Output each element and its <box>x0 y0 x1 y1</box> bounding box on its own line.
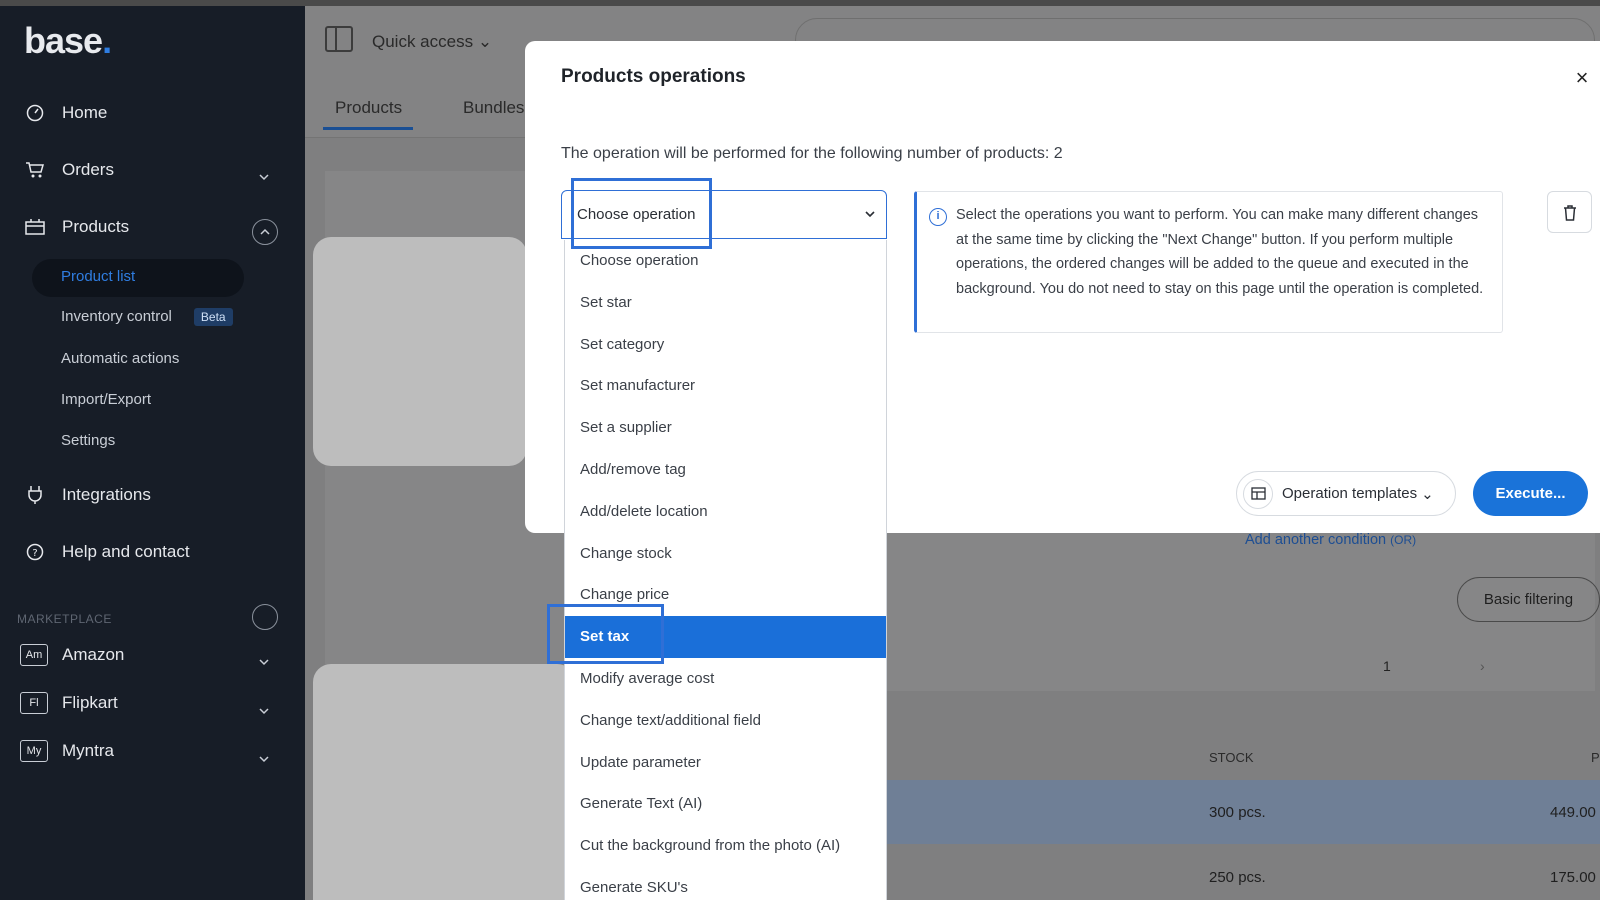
option-choose-operation[interactable]: Choose operation <box>565 240 886 282</box>
nav-integrations[interactable]: Integrations <box>24 484 151 506</box>
option-change-stock[interactable]: Change stock <box>565 533 886 575</box>
svg-text:?: ? <box>32 548 37 559</box>
cart-icon <box>24 159 46 181</box>
operation-dropdown-list: Choose operation Set star Set category S… <box>564 240 887 900</box>
chevron-down-icon <box>865 211 875 218</box>
info-text: Select the operations you want to perfor… <box>956 207 1484 297</box>
placeholder-card <box>313 237 527 466</box>
chevron-right-icon[interactable]: › <box>1480 658 1485 674</box>
collapse-products-button[interactable] <box>252 219 278 245</box>
active-tab-indicator <box>323 127 413 130</box>
top-strip <box>0 0 1600 6</box>
option-change-text-field[interactable]: Change text/additional field <box>565 700 886 742</box>
option-change-price[interactable]: Change price <box>565 574 886 616</box>
option-set-manufacturer[interactable]: Set manufacturer <box>565 365 886 407</box>
amazon-icon: Am <box>20 644 48 666</box>
cell-price: 175.00 <box>1550 869 1596 886</box>
delete-operation-button[interactable] <box>1547 191 1592 233</box>
basic-filtering-button[interactable]: Basic filtering <box>1457 577 1600 622</box>
nav-flipkart[interactable]: Fl Flipkart <box>20 692 118 714</box>
close-icon[interactable]: × <box>1570 66 1594 90</box>
nav-products[interactable]: Products <box>24 216 129 238</box>
sidebar-item-inventory-control[interactable]: Inventory control Beta <box>61 308 233 326</box>
dashboard-icon <box>24 102 46 124</box>
products-icon <box>24 216 46 238</box>
option-set-star[interactable]: Set star <box>565 282 886 324</box>
execute-button[interactable]: Execute... <box>1473 471 1588 516</box>
chevron-down-icon[interactable] <box>258 753 270 765</box>
option-set-supplier[interactable]: Set a supplier <box>565 407 886 449</box>
chevron-down-icon: ⌄ <box>1421 485 1434 503</box>
cell-price: 449.00 <box>1550 804 1596 821</box>
add-condition-link[interactable]: Add another condition (OR) <box>1245 532 1416 548</box>
tab-products[interactable]: Products <box>335 98 402 118</box>
option-generate-text-ai[interactable]: Generate Text (AI) <box>565 783 886 825</box>
nav-orders[interactable]: Orders <box>24 159 114 181</box>
option-set-category[interactable]: Set category <box>565 324 886 366</box>
chevron-down-icon[interactable] <box>258 705 270 717</box>
logo[interactable]: base. <box>24 20 112 62</box>
trash-icon <box>1563 204 1576 221</box>
myntra-icon: My <box>20 740 48 762</box>
operation-select-value: Choose operation <box>577 206 696 223</box>
operation-select[interactable]: Choose operation <box>561 190 887 239</box>
marketplace-label: MARKETPLACE <box>17 612 112 626</box>
option-set-tax[interactable]: Set tax <box>565 616 886 658</box>
beta-badge: Beta <box>193 308 233 326</box>
quick-access-menu[interactable]: Quick access ⌄ <box>372 32 492 52</box>
placeholder-card <box>313 664 575 900</box>
chevron-down-icon: ⌄ <box>477 32 493 51</box>
chevron-down-icon[interactable] <box>258 656 270 668</box>
info-icon: i <box>929 208 947 226</box>
cell-stock: 300 pcs. <box>1209 804 1266 821</box>
column-header-stock[interactable]: STOCK <box>1209 750 1254 765</box>
marketplace-toggle-button[interactable] <box>252 604 278 630</box>
cell-stock: 250 pcs. <box>1209 869 1266 886</box>
plug-icon <box>24 484 46 506</box>
help-icon: ? <box>24 541 46 563</box>
nav-myntra[interactable]: My Myntra <box>20 740 114 762</box>
panel-toggle-icon[interactable] <box>325 26 353 52</box>
nav-amazon[interactable]: Am Amazon <box>20 644 124 666</box>
sidebar: base. Home Orders Products Product list … <box>0 6 305 900</box>
operation-templates-button[interactable]: Operation templates ⌄ <box>1236 471 1456 516</box>
option-cut-background-ai[interactable]: Cut the background from the photo (AI) <box>565 825 886 867</box>
modal-title: Products operations <box>561 66 746 87</box>
option-update-parameter[interactable]: Update parameter <box>565 742 886 784</box>
modal-description: The operation will be performed for the … <box>561 145 1063 162</box>
sidebar-item-import-export[interactable]: Import/Export <box>61 391 151 408</box>
table-icon <box>1243 478 1273 509</box>
nav-home[interactable]: Home <box>24 102 107 124</box>
option-generate-sku[interactable]: Generate SKU's <box>565 867 886 900</box>
sidebar-item-automatic-actions[interactable]: Automatic actions <box>61 350 179 367</box>
sidebar-item-product-list[interactable]: Product list <box>61 268 135 285</box>
flipkart-icon: Fl <box>20 692 48 714</box>
option-add-delete-location[interactable]: Add/delete location <box>565 491 886 533</box>
chevron-down-icon[interactable] <box>258 171 270 183</box>
option-modify-average-cost[interactable]: Modify average cost <box>565 658 886 700</box>
nav-help[interactable]: ? Help and contact <box>24 541 190 563</box>
page-number[interactable]: 1 <box>1383 658 1391 674</box>
chevron-up-icon <box>260 228 270 235</box>
column-header-price[interactable]: P <box>1591 750 1600 765</box>
option-add-remove-tag[interactable]: Add/remove tag <box>565 449 886 491</box>
sidebar-item-settings[interactable]: Settings <box>61 432 115 449</box>
tab-bundles[interactable]: Bundles <box>463 98 524 118</box>
info-box: i Select the operations you want to perf… <box>914 191 1503 333</box>
